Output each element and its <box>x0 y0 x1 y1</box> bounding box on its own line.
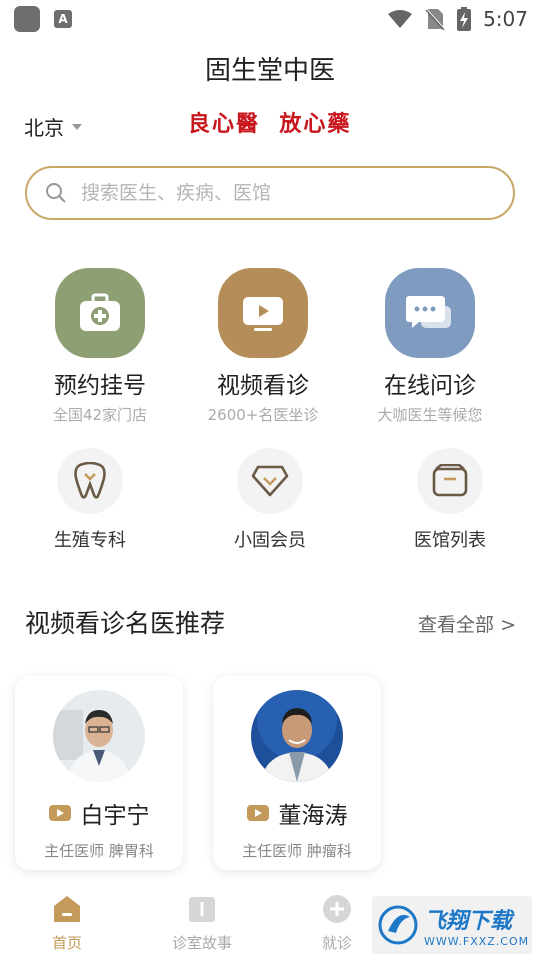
book-icon <box>189 897 215 922</box>
battery-charging-icon <box>457 7 472 31</box>
search-icon <box>46 183 66 203</box>
service-membership[interactable]: 小固会员 <box>205 448 335 552</box>
doctor-card[interactable]: 白宇宁 主任医师 脾胃科 <box>15 676 183 870</box>
doctor-title: 主任医师 肿瘤科 <box>242 842 352 860</box>
video-badge-icon <box>246 805 269 821</box>
status-bar: A 5:07 <box>0 0 540 36</box>
tab-clinic-stories[interactable]: 诊室故事 <box>152 894 252 953</box>
feature-subtitle: 大咖医生等候您 <box>377 406 483 424</box>
home-icon <box>54 896 80 922</box>
feature-video-consult[interactable]: 视频看诊 2600+名医坐诊 <box>188 268 338 425</box>
doctor-avatar <box>251 690 343 782</box>
tooth-icon <box>57 448 123 514</box>
watermark-en: WWW.FXXZ.COM <box>424 934 530 948</box>
feature-appointment[interactable]: 预约挂号 全国42家门店 <box>25 268 175 425</box>
doctor-title: 主任医师 脾胃科 <box>44 842 154 860</box>
service-clinic-list[interactable]: 医馆列表 <box>385 448 515 552</box>
feature-label: 在线问诊 <box>384 373 476 399</box>
diamond-icon <box>237 448 303 514</box>
a-notification-icon: A <box>54 10 72 28</box>
status-icons: 5:07 <box>387 4 528 34</box>
tab-home[interactable]: 首页 <box>17 894 117 953</box>
tab-label: 诊室故事 <box>171 934 232 952</box>
doctor-avatar <box>53 690 145 782</box>
city-label: 北京 <box>24 116 64 140</box>
page-title: 固生堂中医 <box>204 56 335 86</box>
no-sim-icon <box>425 8 445 30</box>
wifi-icon <box>388 10 413 28</box>
feature-subtitle: 2600+名医坐诊 <box>207 406 319 424</box>
service-reproductive[interactable]: 生殖专科 <box>25 448 155 552</box>
chat-icon <box>385 268 475 358</box>
doctor-card[interactable]: 董海涛 主任医师 肿瘤科 <box>213 676 381 870</box>
medical-kit-icon <box>55 268 145 358</box>
plus-circle-icon <box>323 895 351 923</box>
clock: 5:07 <box>483 7 528 31</box>
video-badge-icon <box>48 805 71 821</box>
feature-label: 视频看诊 <box>217 373 309 399</box>
doctor-name: 董海涛 <box>278 803 348 829</box>
search-input[interactable] <box>81 182 461 204</box>
feature-subtitle: 全国42家门店 <box>52 406 148 424</box>
section-title: 视频看诊名医推荐 <box>25 609 226 638</box>
watermark-logo-icon <box>378 905 418 945</box>
search-bar[interactable] <box>25 166 515 220</box>
service-label: 生殖专科 <box>54 530 126 551</box>
feature-online-consult[interactable]: 在线问诊 大咖医生等候您 <box>355 268 505 425</box>
feature-label: 预约挂号 <box>54 373 146 399</box>
watermark: 飞翔下载 WWW.FXXZ.COM <box>372 896 532 954</box>
video-icon <box>218 268 308 358</box>
view-all-link[interactable]: 查看全部 > <box>418 610 516 637</box>
slogan: 良心醫 放心藥 <box>188 111 352 137</box>
tab-label: 首页 <box>51 934 82 952</box>
city-selector[interactable]: 北京 <box>24 112 82 141</box>
service-label: 医馆列表 <box>414 530 486 551</box>
doctor-name: 白宇宁 <box>80 803 150 829</box>
watermark-cn: 飞翔下载 <box>424 908 513 934</box>
service-label: 小固会员 <box>234 530 306 551</box>
box-icon <box>417 448 483 514</box>
dropdown-arrow-icon <box>72 123 82 130</box>
app-notification-icon <box>14 6 40 32</box>
